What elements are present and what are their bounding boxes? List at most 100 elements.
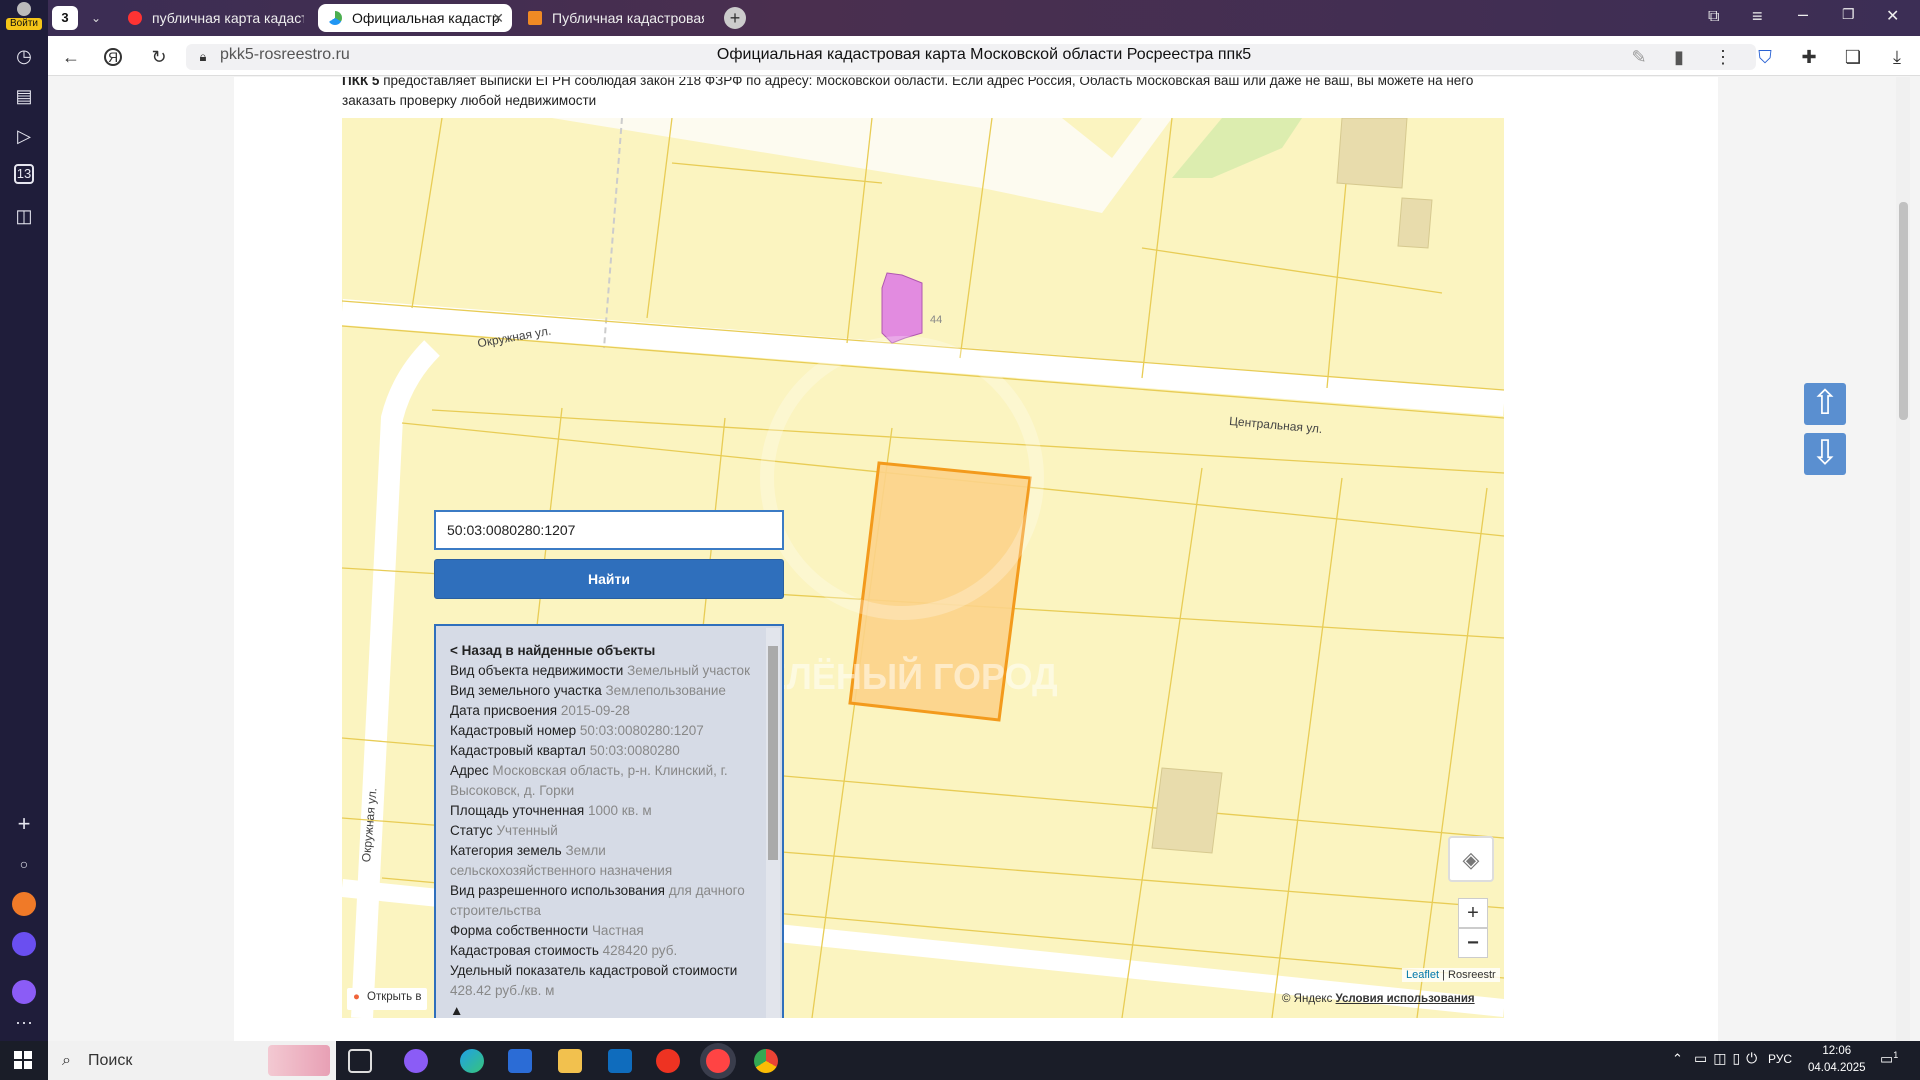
layers-button[interactable]: ◈ [1448, 836, 1494, 882]
language-indicator[interactable]: РУС [1768, 1052, 1792, 1066]
info-scrollbar-thumb[interactable] [768, 646, 778, 860]
new-tab-button[interactable]: + [724, 7, 746, 29]
tray-icons[interactable]: ▭◫▯⏻ [1694, 1050, 1763, 1067]
notifications-icon[interactable]: ▭1 [1880, 1050, 1898, 1068]
explorer-icon[interactable] [558, 1049, 582, 1073]
chrome-icon[interactable] [754, 1049, 778, 1073]
rosreestr-attribution: Rosreestr [1448, 969, 1496, 981]
video-icon[interactable]: ▷ [12, 124, 36, 148]
info-row: Статус Учтенный [450, 821, 755, 841]
info-row: Вид разрешенного использования для дачно… [450, 881, 755, 921]
collections-bar-icon[interactable]: ❏ [1842, 46, 1864, 68]
yandex-icon[interactable] [656, 1049, 680, 1073]
status-icon[interactable]: ○ [12, 852, 36, 876]
bookmark-icon[interactable]: ▮ [1668, 46, 1690, 68]
tabs-dropdown-icon[interactable]: ⌄ [84, 6, 108, 30]
restore-icon[interactable]: ❐ [1842, 6, 1855, 23]
scroll-down-button[interactable]: ⇩ [1804, 433, 1846, 475]
search-icon: ⌕ [62, 1052, 71, 1069]
tab-publichnaya-kadastrovaya[interactable]: Публичная кадастровая [518, 4, 704, 32]
download-icon[interactable]: ⤓ [1886, 46, 1908, 68]
login-label: Войти [6, 18, 42, 30]
info-key: Вид разрешенного использования [450, 883, 665, 898]
edge-icon[interactable] [460, 1049, 484, 1073]
yandex-browser-icon[interactable] [706, 1049, 730, 1073]
tab-counter[interactable]: 3 [52, 6, 78, 30]
info-row: Кадастровый квартал 50:03:0080280 [450, 741, 755, 761]
more-icon[interactable]: ··· [12, 1010, 36, 1034]
yandex-favicon-icon [128, 11, 142, 25]
info-key: Вид объекта недвижимости [450, 663, 624, 678]
info-value: 428.42 руб./кв. м [450, 983, 555, 998]
screenshot-icon[interactable]: ◫ [12, 204, 36, 228]
zoom-in-button[interactable]: + [1458, 898, 1488, 928]
alice-taskbar-icon[interactable] [404, 1049, 428, 1073]
tab-oficialnaya[interactable]: Официальная кадастр ✕ [318, 4, 512, 32]
open-in-yandex-button[interactable]: ● Открыть в [347, 988, 428, 1010]
menu-icon[interactable]: ≡ [1752, 6, 1763, 27]
add-icon[interactable]: + [12, 812, 36, 836]
zoom-out-button[interactable]: − [1458, 928, 1488, 958]
clock-time: 12:06 [1822, 1045, 1852, 1057]
task-view-icon[interactable] [348, 1049, 372, 1073]
protect-shield-icon[interactable]: ⛉ [1754, 46, 1776, 68]
alice-icon[interactable] [12, 980, 36, 1004]
taskbar-search[interactable]: ⌕ Поиск [48, 1041, 336, 1080]
info-scrollbar[interactable] [766, 628, 780, 1018]
object-info-list: < Назад в найденные объекты Вид объекта … [450, 641, 755, 1018]
map-open-area [552, 118, 1172, 213]
close-window-icon[interactable]: ✕ [1886, 6, 1899, 26]
tab-publichnaya-karta[interactable]: публичная карта кадастр [118, 4, 304, 32]
info-row: Форма собственности Частная [450, 921, 755, 941]
cadastral-map[interactable]: Окружная ул. Центральная ул. Окружная ул… [342, 118, 1504, 1018]
tab-bar: 3 ⌄ публичная карта кадастр Официальная … [48, 0, 1920, 36]
reader-icon[interactable]: ✎ [1628, 46, 1650, 68]
info-key: Форма собственности [450, 923, 589, 938]
object-info-panel[interactable]: < Назад в найденные объекты Вид объекта … [434, 624, 784, 1018]
history-icon[interactable]: ◷ [12, 44, 36, 68]
info-value: Землепользование [605, 683, 726, 698]
map-pin-icon: ● [353, 991, 360, 1003]
house-pink [881, 272, 923, 344]
info-row: Кадастровый номер 50:03:0080280:1207 [450, 721, 755, 741]
downloads-bar-icon[interactable]: ⧉ [1708, 8, 1719, 26]
app-messenger-icon[interactable] [12, 932, 36, 956]
minimize-icon[interactable]: – [1798, 4, 1808, 25]
find-button[interactable]: Найти [434, 559, 784, 599]
calendar-icon[interactable]: 13 [14, 164, 34, 184]
info-row: Кадастровая стоимость 428420 руб. [450, 941, 755, 961]
extensions-icon[interactable]: ✚ [1798, 46, 1820, 68]
tray-chevron-icon[interactable]: ⌃ [1672, 1051, 1683, 1067]
page-scrollbar-thumb[interactable] [1899, 202, 1908, 420]
login-button[interactable]: Войти [6, 2, 42, 32]
info-row: Категория земель Земли сельскохозяйствен… [450, 841, 755, 881]
app-orange-icon[interactable] [12, 892, 36, 916]
clock[interactable]: 12:06 04.04.2025 [1808, 1043, 1866, 1077]
cadastral-search-input[interactable]: 50:03:0080280:1207 [434, 510, 784, 550]
collapse-toggle[interactable]: ▲ [450, 1001, 755, 1018]
info-row: Площадь уточненная 1000 кв. м [450, 801, 755, 821]
back-to-results-link[interactable]: < Назад в найденные объекты [450, 641, 755, 661]
store-icon[interactable] [508, 1049, 532, 1073]
road-okruzhnaya-curve [351, 340, 440, 1018]
attribution-separator: | [1439, 969, 1449, 981]
info-key: Площадь уточненная [450, 803, 585, 818]
outlook-icon[interactable] [608, 1049, 632, 1073]
site-favicon-icon [328, 11, 342, 25]
info-value: Учтенный [496, 823, 558, 838]
more-options-icon[interactable]: ⋮ [1712, 46, 1734, 68]
info-value: 428420 руб. [602, 943, 678, 958]
windows-taskbar: ⌕ Поиск ⌃ ▭◫▯⏻ РУС 12:06 04.04.2025 ▭1 [0, 1041, 1920, 1080]
house-favicon-icon [528, 11, 542, 25]
collections-icon[interactable]: ▤ [12, 84, 36, 108]
close-tab-icon[interactable]: ✕ [492, 4, 504, 32]
scroll-up-button[interactable]: ⇧ [1804, 383, 1846, 425]
start-icon[interactable] [14, 1051, 32, 1069]
page-scrollbar[interactable] [1896, 77, 1910, 1041]
building-gray [1397, 197, 1433, 249]
info-row: Адрес Московская область, р-н. Клинский,… [450, 761, 755, 801]
terms-link[interactable]: Условия использования [1336, 993, 1475, 1005]
yandex-copy-text: © Яндекс [1282, 993, 1333, 1005]
info-value: 50:03:0080280:1207 [579, 723, 704, 738]
leaflet-link[interactable]: Leaflet [1406, 969, 1439, 981]
